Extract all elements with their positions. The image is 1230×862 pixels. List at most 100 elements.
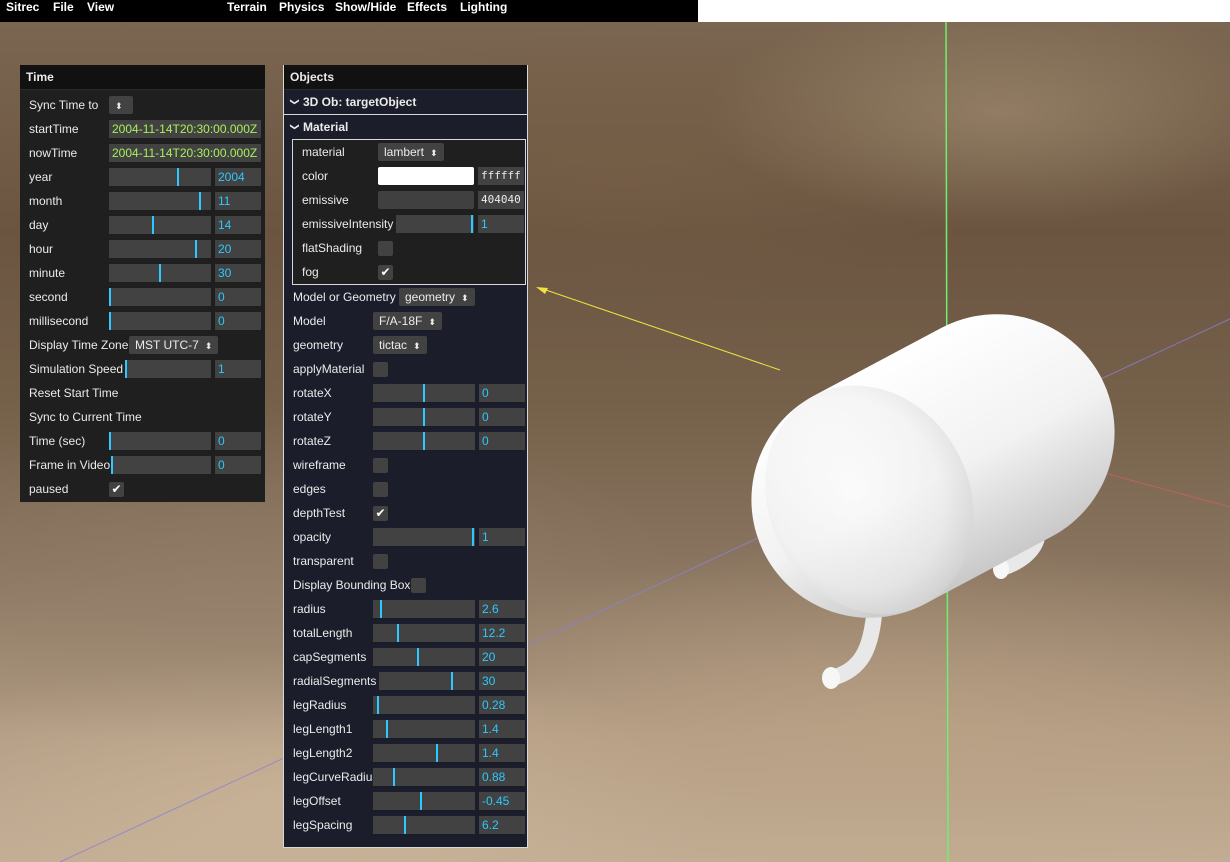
slider-knob[interactable] <box>471 215 473 233</box>
menu-show-hide[interactable]: Show/Hide <box>335 0 396 22</box>
minute-slider[interactable] <box>109 264 211 282</box>
totallength-slider[interactable] <box>373 624 475 642</box>
rotatey-input[interactable]: 0 <box>479 408 525 426</box>
start-time-input[interactable]: 2004-11-14T20:30:00.000Z <box>109 120 261 138</box>
bounding-box-checkbox[interactable] <box>411 578 426 593</box>
time-panel-title[interactable]: Time <box>20 65 265 90</box>
slider-knob[interactable] <box>436 744 438 762</box>
radius-slider[interactable] <box>373 600 475 618</box>
edges-checkbox[interactable] <box>373 482 388 497</box>
menu-file[interactable]: File <box>53 0 74 22</box>
time-sec-input[interactable]: 0 <box>215 432 261 450</box>
slider-knob[interactable] <box>423 408 425 426</box>
legspacing-slider[interactable] <box>373 816 475 834</box>
slider-knob[interactable] <box>152 216 154 234</box>
radius-input[interactable]: 2.6 <box>479 600 525 618</box>
legradius-slider[interactable] <box>373 696 475 714</box>
rotatey-slider[interactable] <box>373 408 475 426</box>
leglength2-input[interactable]: 1.4 <box>479 744 525 762</box>
legcurveradius-input[interactable]: 0.88 <box>479 768 525 786</box>
slider-knob[interactable] <box>380 600 382 618</box>
frame-in-video-slider[interactable] <box>111 456 211 474</box>
slider-knob[interactable] <box>109 288 111 306</box>
rotatez-slider[interactable] <box>373 432 475 450</box>
slider-knob[interactable] <box>420 792 422 810</box>
capsegments-input[interactable]: 20 <box>479 648 525 666</box>
menu-effects[interactable]: Effects <box>407 0 447 22</box>
menu-terrain[interactable]: Terrain <box>227 0 267 22</box>
year-input[interactable]: 2004 <box>215 168 261 186</box>
slider-knob[interactable] <box>423 432 425 450</box>
color-swatch[interactable] <box>378 167 474 185</box>
transparent-checkbox[interactable] <box>373 554 388 569</box>
menu-sitrec[interactable]: Sitrec <box>6 0 39 22</box>
time-zone-select[interactable]: MST UTC-7 ⬍ <box>129 336 219 354</box>
opacity-input[interactable]: 1 <box>479 528 525 546</box>
day-input[interactable]: 14 <box>215 216 261 234</box>
minute-input[interactable]: 30 <box>215 264 261 282</box>
legradius-input[interactable]: 0.28 <box>479 696 525 714</box>
slider-knob[interactable] <box>125 360 127 378</box>
menu-physics[interactable]: Physics <box>279 0 324 22</box>
sync-current-time-button[interactable]: Sync to Current Time <box>20 405 265 429</box>
rotatez-input[interactable]: 0 <box>479 432 525 450</box>
day-slider[interactable] <box>109 216 211 234</box>
simulation-speed-slider[interactable] <box>125 360 211 378</box>
second-input[interactable]: 0 <box>215 288 261 306</box>
slider-knob[interactable] <box>195 240 197 258</box>
slider-knob[interactable] <box>199 192 201 210</box>
sync-time-to-select[interactable]: ⬍ <box>109 96 133 114</box>
material-select[interactable]: lambert ⬍ <box>378 143 444 161</box>
simulation-speed-input[interactable]: 1 <box>215 360 261 378</box>
leglength1-input[interactable]: 1.4 <box>479 720 525 738</box>
slider-knob[interactable] <box>159 264 161 282</box>
slider-knob[interactable] <box>386 720 388 738</box>
object-folder-header[interactable]: ❯ 3D Ob: targetObject <box>284 90 527 115</box>
rotatex-slider[interactable] <box>373 384 475 402</box>
slider-knob[interactable] <box>423 384 425 402</box>
hour-input[interactable]: 20 <box>215 240 261 258</box>
legcurveradius-slider[interactable] <box>373 768 475 786</box>
frame-in-video-input[interactable]: 0 <box>215 456 261 474</box>
slider-knob[interactable] <box>397 624 399 642</box>
emissive-intensity-slider[interactable] <box>396 215 474 233</box>
fog-checkbox[interactable]: ✔ <box>378 265 393 280</box>
rotatex-input[interactable]: 0 <box>479 384 525 402</box>
menu-view[interactable]: View <box>87 0 114 22</box>
time-sec-slider[interactable] <box>109 432 211 450</box>
year-slider[interactable] <box>109 168 211 186</box>
slider-knob[interactable] <box>393 768 395 786</box>
capsegments-slider[interactable] <box>373 648 475 666</box>
model-select[interactable]: F/A-18F ⬍ <box>373 312 442 330</box>
wireframe-checkbox[interactable] <box>373 458 388 473</box>
paused-checkbox[interactable]: ✔ <box>109 482 124 497</box>
objects-panel-title[interactable]: Objects <box>284 65 527 90</box>
radialsegments-input[interactable]: 30 <box>479 672 525 690</box>
second-slider[interactable] <box>109 288 211 306</box>
slider-knob[interactable] <box>377 696 379 714</box>
legspacing-input[interactable]: 6.2 <box>479 816 525 834</box>
model-or-geometry-select[interactable]: geometry ⬍ <box>399 288 475 306</box>
emissive-swatch[interactable] <box>378 191 474 209</box>
millisecond-input[interactable]: 0 <box>215 312 261 330</box>
hour-slider[interactable] <box>109 240 211 258</box>
depth-test-checkbox[interactable]: ✔ <box>373 506 388 521</box>
legoffset-slider[interactable] <box>373 792 475 810</box>
opacity-slider[interactable] <box>373 528 475 546</box>
radialsegments-slider[interactable] <box>379 672 475 690</box>
month-slider[interactable] <box>109 192 211 210</box>
emissive-hex-input[interactable]: 404040 <box>478 191 524 209</box>
flat-shading-checkbox[interactable] <box>378 241 393 256</box>
slider-knob[interactable] <box>451 672 453 690</box>
slider-knob[interactable] <box>404 816 406 834</box>
slider-knob[interactable] <box>109 432 111 450</box>
menu-lighting[interactable]: Lighting <box>460 0 507 22</box>
now-time-input[interactable]: 2004-11-14T20:30:00.000Z <box>109 144 261 162</box>
geometry-select[interactable]: tictac ⬍ <box>373 336 427 354</box>
slider-knob[interactable] <box>472 528 474 546</box>
reset-start-time-button[interactable]: Reset Start Time <box>20 381 265 405</box>
slider-knob[interactable] <box>417 648 419 666</box>
slider-knob[interactable] <box>111 456 113 474</box>
leglength1-slider[interactable] <box>373 720 475 738</box>
apply-material-checkbox[interactable] <box>373 362 388 377</box>
